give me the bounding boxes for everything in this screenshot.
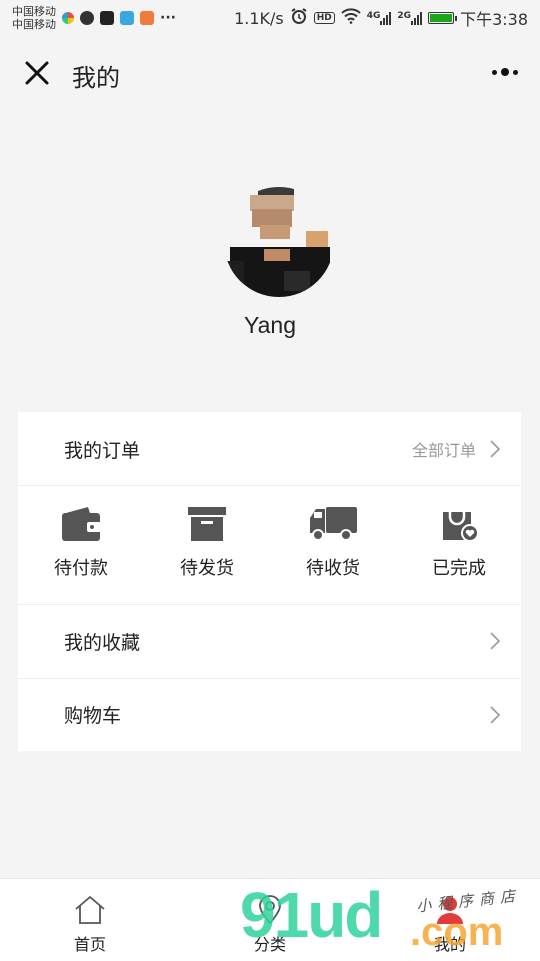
signal-bars-icon <box>380 11 392 25</box>
order-pending-shipment[interactable]: 待发货 <box>144 506 270 580</box>
app-notification-icon <box>62 12 74 24</box>
tiktok-icon <box>100 11 114 25</box>
order-label: 待付款 <box>54 558 108 579</box>
page-title: 我的 <box>72 64 120 92</box>
all-orders-link[interactable]: 全部订单 <box>412 437 476 461</box>
order-label: 待收货 <box>306 558 360 579</box>
carrier-1: 中国移动 <box>12 5 56 18</box>
close-icon[interactable] <box>20 56 54 90</box>
order-status-grid: 待付款 待发货 待收货 已完成 <box>18 486 521 604</box>
my-orders-row[interactable]: 我的订单 全部订单 <box>18 412 521 486</box>
tab-bar: 首页 分类 我的 <box>0 878 540 961</box>
order-label: 已完成 <box>432 558 486 579</box>
nav-bar: 我的 <box>0 50 540 98</box>
avatar[interactable] <box>224 187 334 297</box>
clock: 下午3:38 <box>460 10 528 29</box>
truck-icon <box>270 506 396 542</box>
alarm-icon <box>290 7 308 29</box>
location-icon <box>256 895 284 929</box>
tab-label: 我的 <box>433 935 466 954</box>
status-bar: 中国移动 中国移动 ··· 1.1K/s HD 4G 2G 下午3:38 <box>0 0 540 36</box>
cart-label: 购物车 <box>64 705 122 727</box>
order-pending-receipt[interactable]: 待收货 <box>270 506 396 580</box>
more-menu-icon[interactable] <box>492 68 518 76</box>
status-left: 中国移动 中国移动 ··· <box>12 5 176 31</box>
signal-2g: 2G <box>397 11 423 25</box>
video-app-icon <box>140 11 154 25</box>
account-card: 我的订单 全部订单 待付款 待发货 待收货 已完成 我的收藏 购物车 <box>18 412 521 751</box>
carrier-names: 中国移动 中国移动 <box>12 5 56 31</box>
user-icon <box>435 897 465 929</box>
signal-4g: 4G <box>367 11 392 25</box>
tab-category[interactable]: 分类 <box>220 895 320 955</box>
tab-home[interactable]: 首页 <box>40 895 140 955</box>
hd-badge: HD <box>313 12 335 24</box>
tab-label: 分类 <box>253 935 286 954</box>
favorites-label: 我的收藏 <box>64 631 141 654</box>
bag-check-icon <box>396 506 522 542</box>
battery-level <box>430 14 453 22</box>
chevron-right-icon <box>489 705 501 725</box>
home-icon <box>74 895 106 929</box>
wallet-icon <box>18 506 144 542</box>
chevron-right-icon <box>489 439 501 459</box>
box-icon <box>144 506 270 542</box>
chat-bubble-icon <box>80 11 94 25</box>
favorites-row[interactable]: 我的收藏 <box>18 604 521 678</box>
tab-mine[interactable]: 我的 <box>400 895 500 955</box>
order-completed[interactable]: 已完成 <box>396 506 522 580</box>
wifi-icon <box>341 8 361 28</box>
cart-row[interactable]: 购物车 <box>18 678 521 751</box>
net-type-4g: 4G <box>366 11 381 21</box>
username: Yang <box>243 312 296 338</box>
overflow-dots: ··· <box>160 10 176 26</box>
signal-bars-icon <box>411 11 423 25</box>
battery-icon <box>428 12 458 24</box>
status-right: 1.1K/s HD 4G 2G 下午3:38 <box>234 6 528 30</box>
tab-label: 首页 <box>73 935 106 954</box>
bird-app-icon <box>120 11 134 25</box>
avatar-image <box>224 187 334 297</box>
network-speed: 1.1K/s <box>234 8 284 28</box>
order-label: 待发货 <box>180 558 234 579</box>
chevron-right-icon <box>489 631 501 651</box>
order-pending-payment[interactable]: 待付款 <box>18 506 144 580</box>
my-orders-label: 我的订单 <box>64 439 141 462</box>
carrier-2: 中国移动 <box>12 18 56 31</box>
net-type-2g: 2G <box>397 11 412 21</box>
